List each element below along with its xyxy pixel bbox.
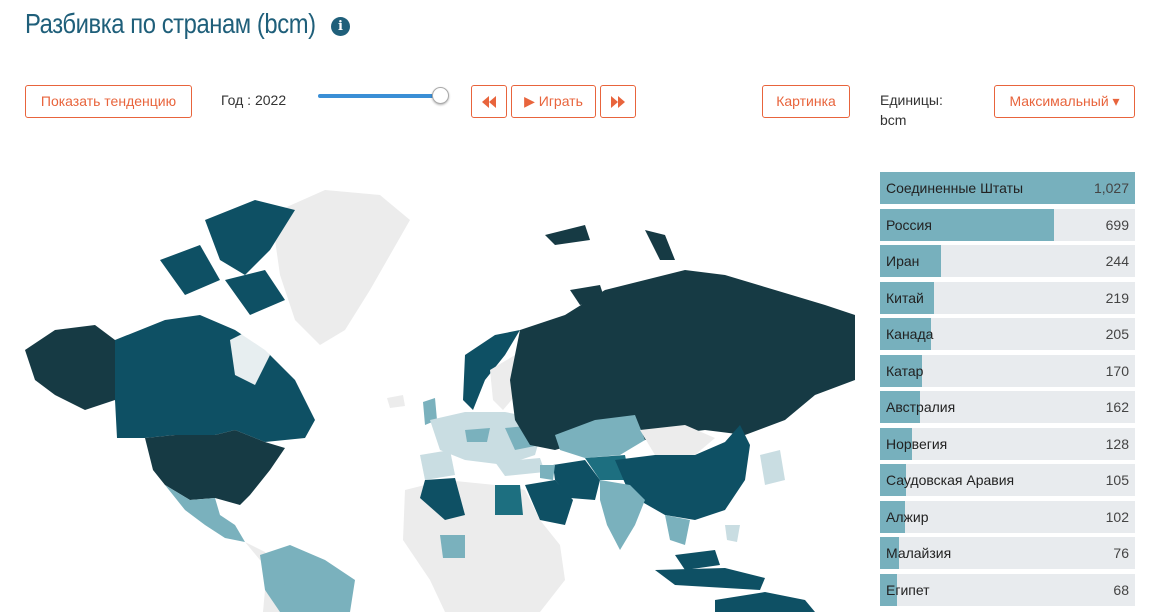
ranking-row[interactable]: Россия 699: [880, 208, 1135, 241]
ranking-value: 102: [1105, 508, 1129, 525]
ranking-country: Норвегия: [886, 435, 948, 452]
ranking-row[interactable]: Китай 219: [880, 281, 1135, 314]
map-greenland: [275, 190, 410, 345]
ranking-value: 699: [1105, 216, 1129, 233]
ranking-country: Россия: [886, 216, 932, 233]
ranking-country: Алжир: [886, 508, 929, 525]
ranking-value: 244: [1105, 253, 1129, 269]
ranking-row[interactable]: Соединенные Штаты 1,027: [880, 172, 1135, 204]
ranking-row[interactable]: Канада 205: [880, 318, 1135, 350]
ranking-country: Малайзия: [886, 545, 952, 561]
year-slider-track[interactable]: [318, 94, 442, 98]
info-icon[interactable]: i: [331, 17, 350, 36]
map-malaysia: [675, 550, 720, 570]
ranking-row[interactable]: Австралия 162: [880, 391, 1135, 423]
map-australia: [715, 592, 815, 612]
world-map[interactable]: [25, 180, 855, 612]
ranking-country: Соединенные Штаты: [886, 180, 1024, 196]
ranking-country: Китай: [886, 289, 924, 306]
ranking-row[interactable]: Иран 244: [880, 245, 1135, 277]
show-trend-button[interactable]: Показать тенденцию: [25, 85, 192, 118]
fast-forward-icon: [611, 96, 625, 108]
ranking-value: 68: [1113, 581, 1129, 598]
ranking-country: Катар: [886, 362, 924, 379]
ranking-value: 76: [1113, 545, 1129, 561]
ranking-value: 128: [1105, 435, 1129, 452]
ranking-value: 1,027: [1093, 180, 1129, 196]
ranking-row[interactable]: Саудовская Аравия 105: [880, 464, 1135, 496]
ranking-country: Египет: [886, 581, 930, 598]
ranking-value: 170: [1105, 362, 1129, 379]
ranking-value: 205: [1105, 326, 1129, 342]
ranking-row[interactable]: Катар 170: [880, 354, 1135, 387]
ranking-row[interactable]: Алжир 102: [880, 500, 1135, 533]
map-canada: [115, 315, 315, 442]
ranking-country: Саудовская Аравия: [886, 472, 1015, 488]
ranking-row[interactable]: Малайзия 76: [880, 537, 1135, 569]
fast-forward-button[interactable]: [600, 85, 636, 118]
map-nigeria: [440, 535, 465, 558]
rewind-button[interactable]: [471, 85, 507, 118]
ranking-country: Иран: [886, 253, 920, 269]
units-label: Единицы: bcm: [880, 92, 943, 128]
ranking-country: Австралия: [886, 399, 956, 415]
play-button[interactable]: ▶ Играть: [511, 85, 596, 118]
map-indonesia: [655, 568, 765, 590]
rewind-icon: [482, 96, 496, 108]
year-label: Год : 2022: [221, 92, 287, 108]
ranking-row[interactable]: Норвегия 128: [880, 427, 1135, 460]
ranking-value: 219: [1105, 289, 1129, 306]
map-russia: [510, 270, 855, 450]
ranking-value: 105: [1105, 472, 1129, 488]
image-button[interactable]: Картинка: [762, 85, 850, 118]
maximum-dropdown[interactable]: Максимальный ▾: [994, 85, 1135, 118]
ranking-row[interactable]: Египет 68: [880, 573, 1135, 606]
ranking-value: 162: [1105, 399, 1129, 415]
map-egypt: [495, 485, 523, 515]
ranking-country: Канада: [886, 326, 934, 342]
page-title: Разбивка по странам (bcm): [25, 8, 316, 39]
country-ranking: Соединенные Штаты 1,027 Россия 699 Иран 244 Ки…: [880, 172, 1135, 610]
year-slider-thumb[interactable]: [432, 87, 449, 104]
map-alaska: [25, 325, 115, 410]
